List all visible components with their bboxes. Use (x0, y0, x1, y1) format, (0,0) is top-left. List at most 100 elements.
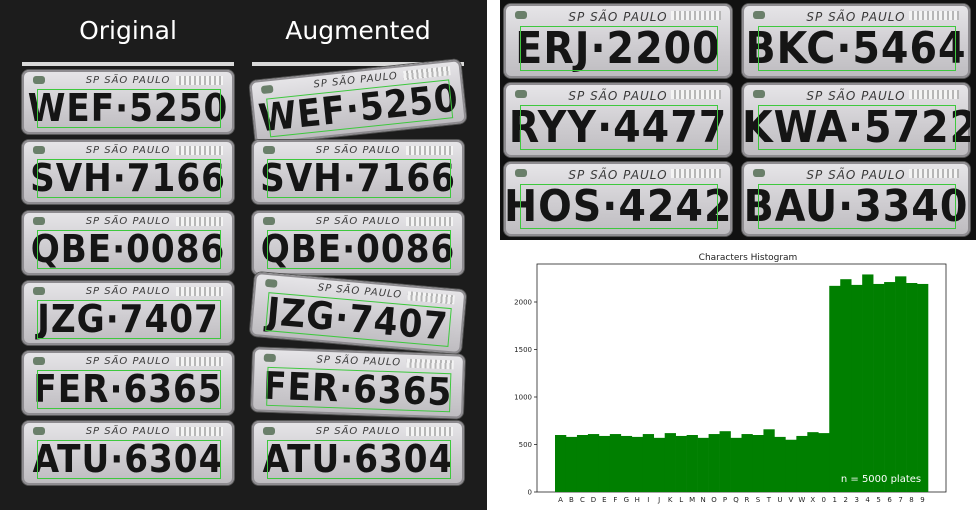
state-emblem-icon (263, 427, 275, 435)
histogram-bar (576, 435, 589, 492)
original-divider (22, 62, 234, 66)
x-tick-label: 1 (833, 496, 837, 504)
barcode-strip (406, 358, 454, 370)
x-tick-label: B (569, 496, 574, 504)
sample-plate: SP SÃO PAULO ERJ·2200 (504, 4, 732, 78)
character-bounding-box (37, 230, 221, 269)
histogram-bar (653, 437, 666, 492)
x-tick-label: C (580, 496, 585, 504)
x-tick-label: N (700, 496, 705, 504)
augmented-plate: SP SÃO PAULO SVH·7166 (252, 140, 464, 204)
character-bounding-box (37, 159, 221, 198)
histogram-bar (906, 283, 918, 492)
x-tick-label: K (668, 496, 673, 504)
histogram-bar (884, 282, 896, 492)
augmented-title: Augmented (285, 16, 431, 45)
histogram-bar (873, 283, 885, 492)
state-emblem-icon (33, 217, 45, 225)
histogram-bar (818, 433, 830, 492)
state-emblem-icon (753, 169, 765, 177)
y-axis-ticks: 0 500 1000 1500 2000 (514, 299, 537, 497)
x-tick-label: 9 (920, 496, 924, 504)
histogram-bar (741, 434, 753, 492)
barcode-strip (671, 90, 721, 99)
x-tick-label: L (679, 496, 683, 504)
histogram-bar (895, 276, 907, 492)
original-plate: SP SÃO PAULO JZG·7407 (22, 281, 234, 345)
character-bounding-box (267, 230, 451, 269)
histogram-bar (697, 437, 709, 492)
x-tick-label: 2 (843, 496, 847, 504)
original-plate: SP SÃO PAULO SVH·7166 (22, 140, 234, 204)
histogram-bar (730, 437, 742, 492)
histogram-bar (642, 434, 655, 492)
x-tick-label: 7 (898, 496, 902, 504)
histogram-bar (862, 274, 874, 492)
barcode-strip (176, 287, 223, 296)
barcode-strip (909, 90, 959, 99)
character-bounding-box (520, 105, 718, 150)
histogram-bar (587, 434, 600, 492)
sample-plate: SP SÃO PAULO KWA·5722 (742, 83, 970, 157)
histogram-bar (664, 433, 676, 492)
histogram-bar (708, 434, 720, 492)
histogram-bar (719, 431, 731, 492)
state-emblem-icon (515, 11, 527, 19)
histogram-bar (675, 435, 687, 492)
state-emblem-icon (264, 278, 278, 288)
character-bounding-box (267, 159, 451, 198)
x-axis-ticks: ABCDEFGHIJKLMNOPQRSTUVWX0123456789 (558, 496, 925, 504)
histogram-bar (829, 285, 841, 492)
x-tick-label: S (756, 496, 761, 504)
barcode-strip (909, 169, 959, 178)
histogram-bar (774, 436, 786, 492)
character-bounding-box (520, 26, 718, 71)
barcode-strip (176, 427, 223, 436)
state-emblem-icon (263, 217, 275, 225)
original-title: Original (79, 16, 177, 45)
histogram-bar (917, 283, 929, 492)
sample-count-annotation: n = 5000 plates (841, 474, 921, 485)
state-emblem-icon (33, 357, 45, 365)
state-emblem-icon (33, 76, 45, 84)
barcode-strip (671, 11, 721, 20)
state-emblem-icon (33, 427, 45, 435)
histogram-bar (620, 435, 633, 492)
state-emblem-icon (515, 90, 527, 98)
histogram-bar (598, 435, 611, 492)
sample-plate: SP SÃO PAULO RYY·4477 (504, 83, 732, 157)
x-tick-label: R (745, 496, 750, 504)
state-emblem-icon (260, 84, 274, 95)
y-tick-label: 0 (528, 489, 532, 497)
x-tick-label: Q (733, 496, 739, 504)
sample-plate: SP SÃO PAULO BKC·5464 (742, 4, 970, 78)
state-emblem-icon (33, 146, 45, 154)
x-tick-label: 0 (822, 496, 826, 504)
augmented-plate: SP SÃO PAULO ATU·6304 (252, 421, 464, 485)
character-bounding-box (266, 366, 452, 413)
x-tick-label: A (558, 496, 563, 504)
sample-plates-grid: SP SÃO PAULO ERJ·2200 SP SÃO PAULO BKC·5464… (500, 0, 976, 240)
character-bounding-box (37, 440, 221, 479)
x-tick-label: 8 (909, 496, 913, 504)
augmented-plate: SP SÃO PAULO QBE·0086 (252, 211, 464, 275)
histogram-bar (785, 439, 797, 492)
sample-plate: SP SÃO PAULO BAU·3340 (742, 162, 970, 236)
histogram-bar (796, 435, 808, 492)
x-tick-label: 6 (887, 496, 892, 504)
histogram-bar (807, 432, 819, 492)
augmented-plate: SP SÃO PAULO FER·6365 (250, 347, 466, 419)
character-bounding-box (758, 105, 956, 150)
state-emblem-icon (515, 169, 527, 177)
state-emblem-icon (33, 287, 45, 295)
y-tick-label: 1000 (514, 394, 532, 402)
x-tick-label: M (689, 496, 695, 504)
histogram-bar (851, 284, 863, 492)
chart-title: Characters Histogram (699, 253, 798, 263)
y-tick-label: 1500 (514, 346, 532, 354)
histogram-bar (686, 435, 698, 492)
barcode-strip (176, 76, 223, 85)
barcode-strip (176, 146, 223, 155)
x-tick-label: 3 (854, 496, 858, 504)
state-emblem-icon (753, 11, 765, 19)
